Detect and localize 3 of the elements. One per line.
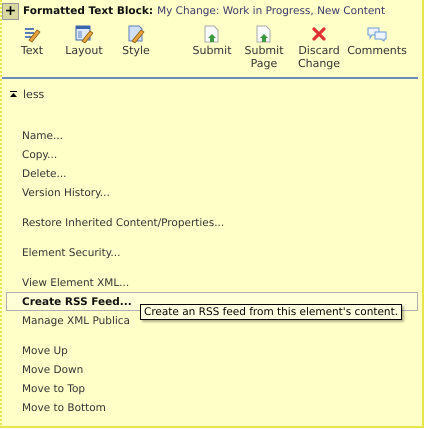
tooltip: Create an RSS feed from this element's content.	[140, 304, 402, 320]
change-status: My Change: Work in Progress, New Content	[157, 5, 386, 17]
block-title: Formatted Text Block:	[23, 5, 154, 17]
